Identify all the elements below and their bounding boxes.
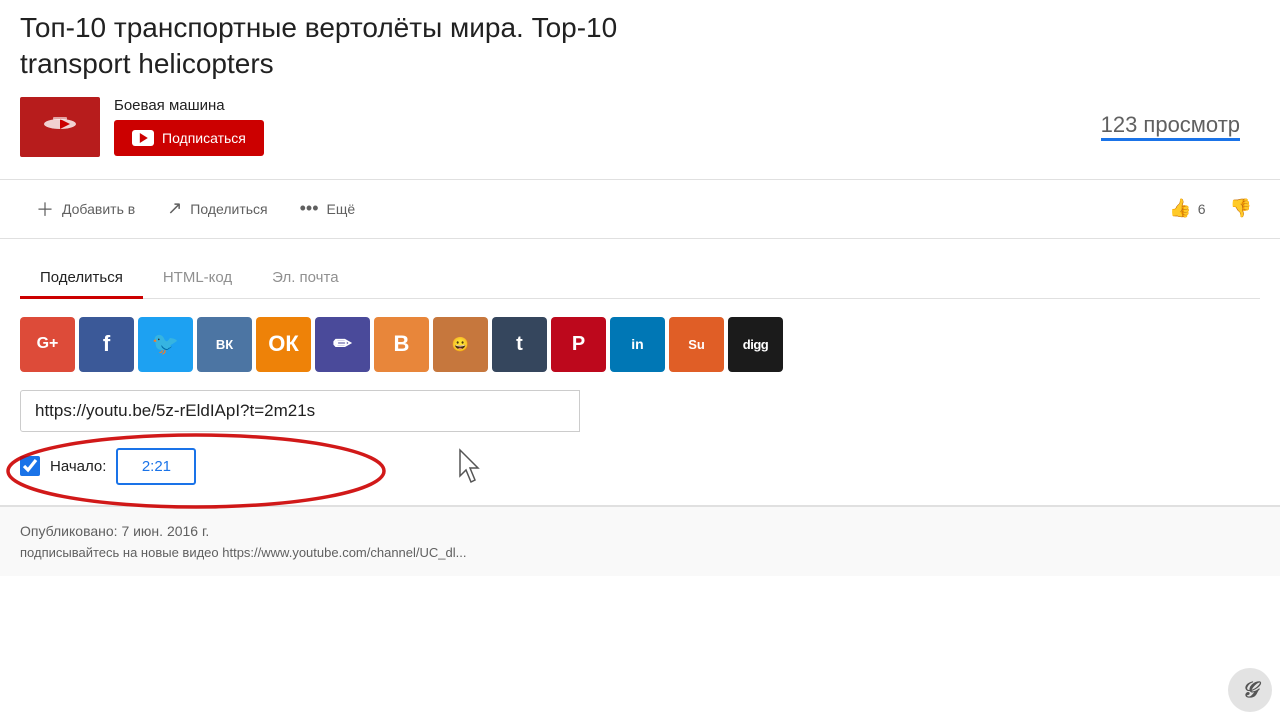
start-label: Начало: <box>50 458 106 475</box>
watermark-symbol: 𝒢 <box>1242 677 1258 703</box>
share-icon: ↗ <box>167 198 182 219</box>
actions-right: 123 просмотр <box>1101 112 1260 141</box>
social-google-plus[interactable]: G+ <box>20 317 75 372</box>
social-edit[interactable]: ✏ <box>315 317 370 372</box>
like-count: 6 <box>1198 201 1206 217</box>
like-button[interactable]: 👍 6 <box>1161 194 1213 223</box>
youtube-icon <box>132 130 154 146</box>
dislike-button[interactable]: 👎 <box>1222 194 1260 223</box>
social-blogger[interactable]: B <box>374 317 429 372</box>
url-input[interactable] <box>20 390 580 432</box>
more-button[interactable]: ••• Ещё <box>284 190 372 227</box>
dots-icon: ••• <box>300 198 319 219</box>
social-icons-row: G+ f 🐦 ВК ОК ✏ B 😀 t P in Su digg <box>20 317 1260 372</box>
channel-row: Боевая машина Подписаться 123 просмотр <box>20 97 1260 157</box>
social-linkedin[interactable]: in <box>610 317 665 372</box>
social-reddit[interactable]: 😀 <box>433 317 488 372</box>
actions-row: ＋ Добавить в ↗ Поделиться ••• Ещё 👍 6 👎 <box>0 180 1280 239</box>
start-time-input[interactable] <box>116 448 196 485</box>
social-pinterest[interactable]: P <box>551 317 606 372</box>
subscribe-button[interactable]: Подписаться <box>114 120 264 156</box>
social-tumblr[interactable]: t <box>492 317 547 372</box>
tab-email[interactable]: Эл. почта <box>252 259 358 299</box>
social-vk[interactable]: ВК <box>197 317 252 372</box>
social-stumbleupon[interactable]: Su <box>669 317 724 372</box>
channel-avatar[interactable] <box>20 97 100 157</box>
social-twitter[interactable]: 🐦 <box>138 317 193 372</box>
social-odnoklassniki[interactable]: ОК <box>256 317 311 372</box>
view-count: 123 просмотр <box>1101 112 1240 141</box>
channel-left: Боевая машина Подписаться <box>20 97 264 157</box>
main-container: Топ-10 транспортные вертолёты мира. Top-… <box>0 0 1280 720</box>
channel-name[interactable]: Боевая машина <box>114 97 264 114</box>
start-time-row: Начало: <box>20 448 1260 485</box>
title-section: Топ-10 транспортные вертолёты мира. Top-… <box>0 0 1280 180</box>
published-date: Опубликовано: 7 июн. 2016 г. <box>20 523 1260 539</box>
video-title: Топ-10 транспортные вертолёты мира. Top-… <box>20 10 1260 83</box>
share-tabs: Поделиться HTML-код Эл. почта <box>20 259 1260 299</box>
url-row <box>20 390 1260 432</box>
channel-info: Боевая машина Подписаться <box>114 97 264 156</box>
social-digg[interactable]: digg <box>728 317 783 372</box>
share-button[interactable]: ↗ Поделиться <box>151 190 283 227</box>
plus-icon: ＋ <box>36 196 54 222</box>
thumbs-down-icon: 👎 <box>1230 198 1252 219</box>
tab-html[interactable]: HTML-код <box>143 259 252 299</box>
social-facebook[interactable]: f <box>79 317 134 372</box>
thumbs-up-icon: 👍 <box>1169 198 1191 219</box>
tab-share[interactable]: Поделиться <box>20 259 143 299</box>
share-panel: Поделиться HTML-код Эл. почта G+ f 🐦 ВК … <box>0 239 1280 506</box>
subscribe-link-text: подписывайтесь на новые видео https://ww… <box>20 545 1260 560</box>
add-to-button[interactable]: ＋ Добавить в <box>20 188 151 230</box>
watermark: 𝒢 <box>1228 668 1272 712</box>
start-checkbox[interactable] <box>20 456 40 476</box>
published-section: Опубликовано: 7 июн. 2016 г. подписывайт… <box>0 506 1280 576</box>
